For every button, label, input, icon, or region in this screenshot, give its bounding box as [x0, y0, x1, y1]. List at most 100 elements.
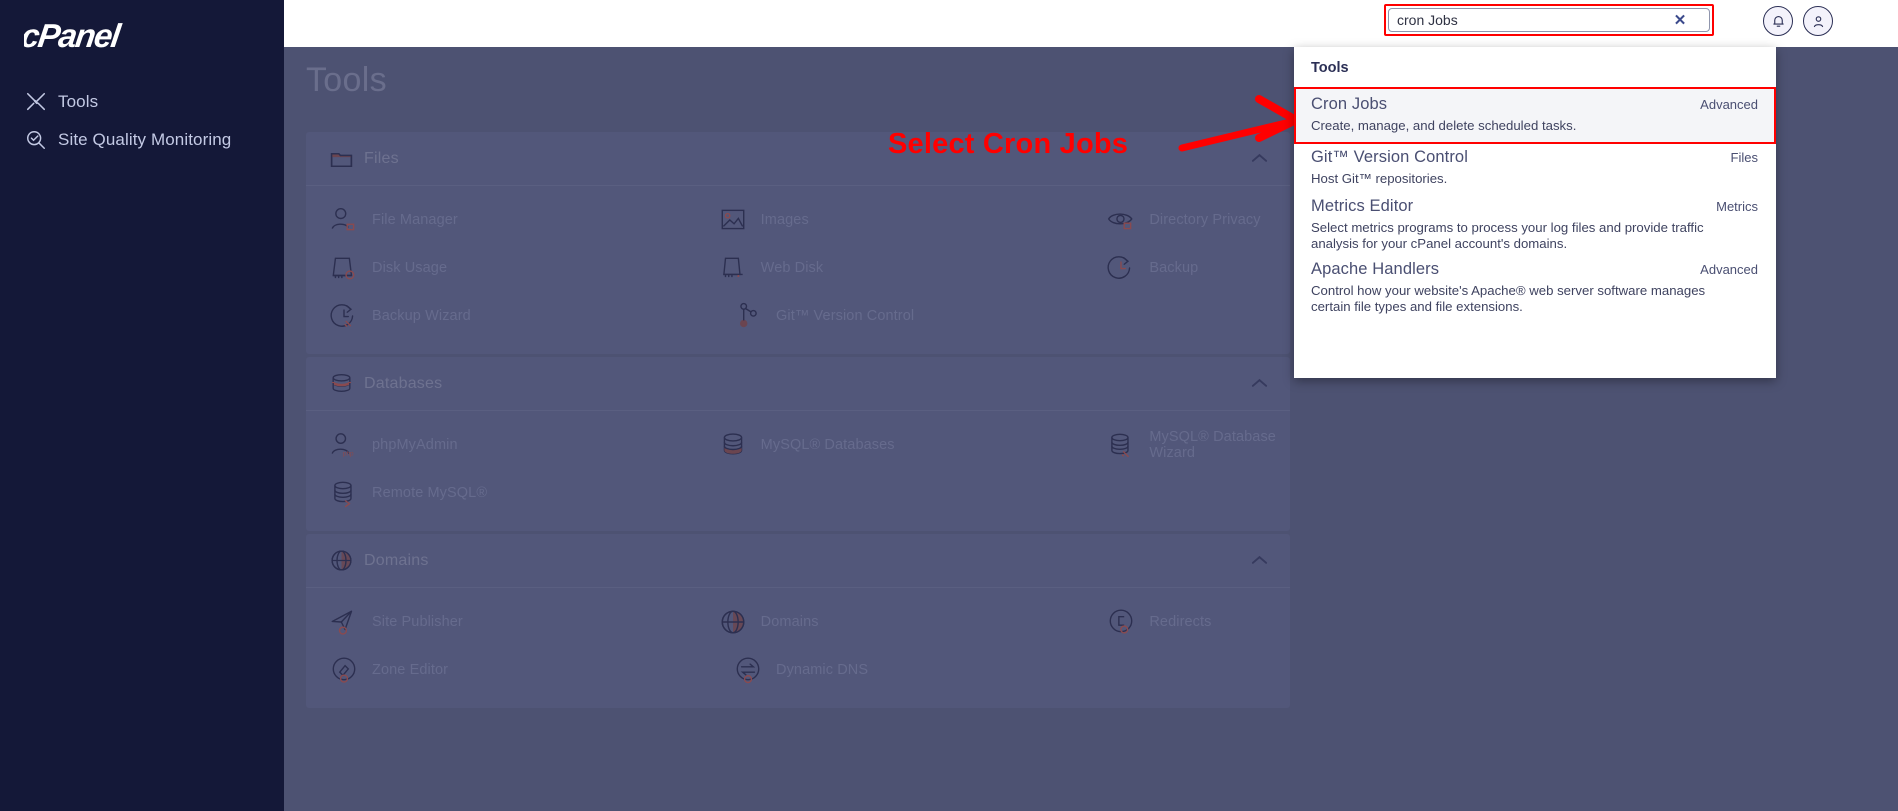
search-input[interactable]: [1389, 9, 1667, 31]
disk-usage-icon: [316, 253, 372, 283]
tool-mysql-databases[interactable]: MySQL® Databases: [705, 421, 902, 469]
notifications-button[interactable]: [1763, 6, 1793, 36]
tool-label: Zone Editor: [372, 662, 449, 678]
section-title: Files: [364, 149, 399, 167]
result-category: Files: [1730, 150, 1758, 165]
tool-remote-mysql[interactable]: Remote MySQL®: [316, 469, 528, 517]
dynamic-dns-icon: [720, 655, 776, 685]
svg-text:php: php: [343, 451, 354, 458]
tool-redirects[interactable]: Redirects: [1093, 598, 1290, 646]
tool-label: Git™ Version Control: [776, 308, 915, 324]
tool-row: Disk Usage Web Disk Backup: [306, 244, 1290, 292]
result-category: Metrics: [1716, 199, 1758, 214]
tool-label: Images: [760, 212, 809, 228]
section-domains: Domains Site Publisher Domains Redirects…: [306, 534, 1290, 708]
section-title: Domains: [364, 551, 429, 569]
tool-dynamic-dns[interactable]: Dynamic DNS: [720, 646, 932, 694]
sidebar-item-label: Tools: [58, 92, 99, 111]
tool-label: phpMyAdmin: [372, 437, 458, 453]
result-description: Host Git™ repositories.: [1311, 171, 1448, 186]
search-area: ✕: [1384, 4, 1714, 36]
tool-row: File Manager Images Directory Privacy: [306, 196, 1290, 244]
tool-label: Remote MySQL®: [372, 485, 488, 501]
search-results-dropdown: Tools Cron Jobs Advanced Create, manage,…: [1294, 47, 1776, 378]
section-header-databases[interactable]: Databases: [306, 357, 1290, 411]
result-name: Metrics Editor: [1311, 197, 1414, 215]
directory-privacy-icon: [1093, 205, 1149, 235]
section-body-files: File Manager Images Directory Privacy Di…: [306, 186, 1290, 354]
tool-mysql-database-wizard[interactable]: MySQL® Database Wizard: [1093, 421, 1290, 469]
sidebar-item-tools[interactable]: Tools: [0, 82, 284, 122]
top-header-bar: ✕: [284, 0, 1898, 47]
search-result-cron-jobs[interactable]: Cron Jobs Advanced Create, manage, and d…: [1294, 87, 1776, 144]
tool-row: Backup Wizard Git™ Version Control: [306, 292, 1290, 340]
user-icon: [1813, 15, 1823, 27]
tool-file-manager[interactable]: File Manager: [316, 196, 513, 244]
cpanel-logo[interactable]: cPanel: [24, 18, 194, 58]
account-button[interactable]: [1803, 6, 1833, 36]
backup-wizard-icon: [316, 301, 372, 331]
chevron-up-icon[interactable]: [1251, 150, 1268, 168]
tool-label: Domains: [760, 614, 819, 630]
backup-icon: [1093, 253, 1149, 283]
result-description: Create, manage, and delete scheduled tas…: [1311, 118, 1577, 133]
tool-label: Backup Wizard: [372, 308, 471, 324]
sidebar-item-label: Site Quality Monitoring: [58, 130, 232, 149]
page-title: Tools: [306, 61, 387, 99]
tool-disk-usage[interactable]: Disk Usage: [316, 244, 513, 292]
tool-label: File Manager: [372, 212, 458, 228]
tools-icon: [14, 91, 58, 113]
folder-icon: [318, 146, 364, 171]
tool-label: MySQL® Databases: [760, 437, 895, 453]
tool-git-version-control[interactable]: Git™ Version Control: [720, 292, 932, 340]
tool-directory-privacy[interactable]: Directory Privacy: [1093, 196, 1290, 244]
section-body-databases: php phpMyAdmin MySQL® Databases MySQL® D…: [306, 411, 1290, 531]
tool-zone-editor[interactable]: Zone Editor: [316, 646, 528, 694]
tool-row: Remote MySQL®: [306, 469, 1290, 517]
tool-label: Dynamic DNS: [776, 662, 869, 678]
tool-images[interactable]: Images: [705, 196, 902, 244]
database-icon: [318, 371, 364, 396]
result-category: Advanced: [1700, 262, 1758, 277]
sidebar-item-site-quality-monitoring[interactable]: Site Quality Monitoring: [0, 120, 284, 160]
remote-mysql-icon: [316, 478, 372, 508]
result-name: Git™ Version Control: [1311, 148, 1468, 166]
search-box[interactable]: ✕: [1388, 8, 1710, 32]
sidebar: cPanel Tools Site Quality Monitoring: [0, 0, 284, 811]
cpanel-app: cPanel Tools Site Quality Monitoring cro…: [0, 0, 1898, 811]
git-icon: [720, 301, 776, 331]
bell-icon: [1772, 15, 1784, 27]
section-header-domains[interactable]: Domains: [306, 534, 1290, 588]
domains-icon: [705, 607, 761, 637]
mysql-databases-icon: [705, 430, 761, 460]
tool-site-publisher[interactable]: Site Publisher: [316, 598, 513, 646]
section-title: Databases: [364, 374, 443, 392]
section-header-files[interactable]: Files: [306, 132, 1290, 186]
tool-label: Redirects: [1149, 614, 1212, 630]
tool-backup-wizard[interactable]: Backup Wizard: [316, 292, 528, 340]
redirects-icon: [1093, 607, 1149, 637]
phpmyadmin-icon: php: [316, 430, 372, 460]
zone-editor-icon: [316, 655, 372, 685]
mysql-wizard-icon: [1093, 430, 1149, 460]
result-description: Select metrics programs to process your …: [1311, 220, 1704, 251]
chevron-up-icon[interactable]: [1251, 375, 1268, 393]
search-result-apache-handlers[interactable]: Apache Handlers Advanced Control how you…: [1294, 252, 1776, 325]
result-category: Advanced: [1700, 97, 1758, 112]
file-manager-icon: [316, 205, 372, 235]
dropdown-heading: Tools: [1311, 60, 1349, 76]
tool-label: Directory Privacy: [1149, 212, 1261, 228]
chevron-up-icon[interactable]: [1251, 552, 1268, 570]
web-disk-icon: [705, 253, 761, 283]
tool-backup[interactable]: Backup: [1093, 244, 1290, 292]
result-name: Apache Handlers: [1311, 260, 1440, 278]
tool-web-disk[interactable]: Web Disk: [705, 244, 902, 292]
tool-domains[interactable]: Domains: [705, 598, 902, 646]
tool-label: Backup: [1149, 260, 1199, 276]
close-icon[interactable]: ✕: [1667, 9, 1693, 31]
images-icon: [705, 205, 761, 235]
tool-label: MySQL® Database Wizard: [1149, 429, 1276, 461]
magnifier-check-icon: [14, 129, 58, 151]
section-body-domains: Site Publisher Domains Redirects Zone Ed…: [306, 588, 1290, 708]
tool-phpmyadmin[interactable]: php phpMyAdmin: [316, 421, 513, 469]
